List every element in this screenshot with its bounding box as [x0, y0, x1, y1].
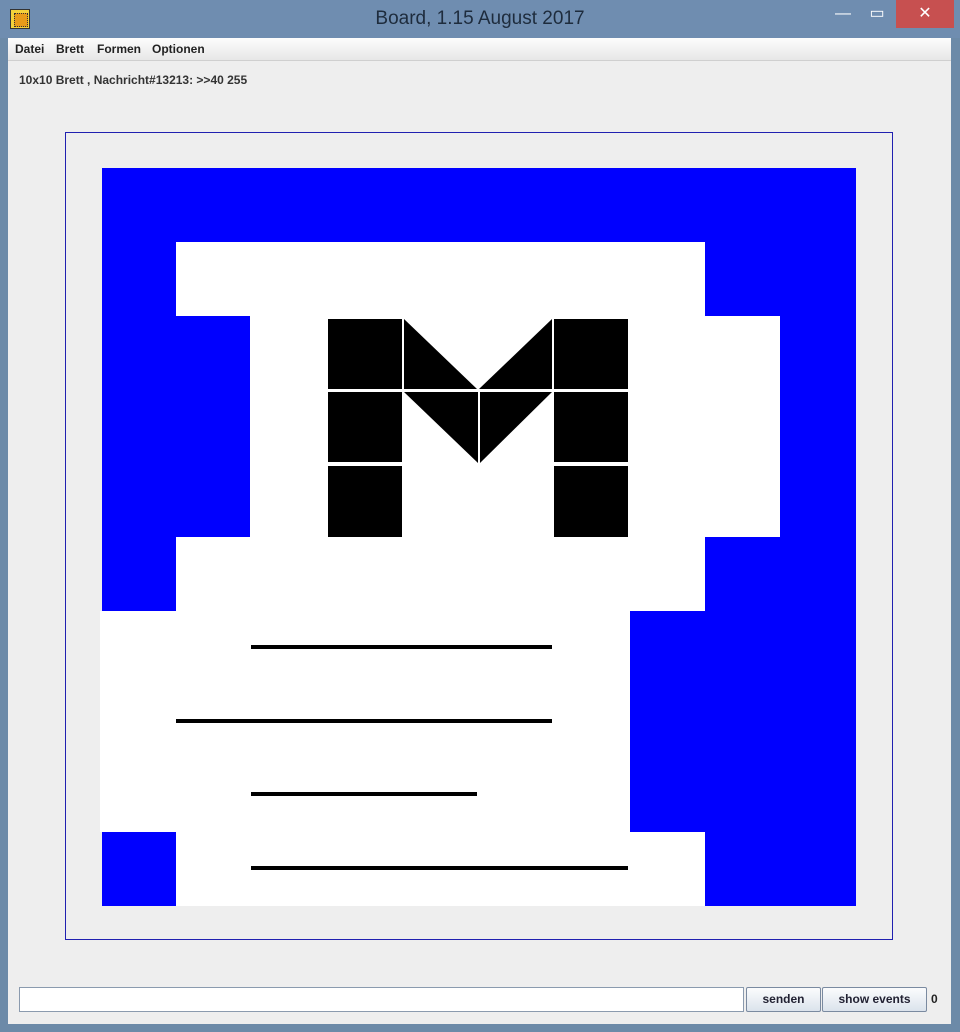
line-shape[interactable] — [251, 645, 552, 649]
message-input[interactable] — [19, 987, 744, 1012]
close-button[interactable]: ✕ — [896, 0, 954, 28]
title-bar[interactable]: Board, 1.15 August 2017 — ▭ ✕ — [0, 0, 960, 38]
status-text: 10x10 Brett , Nachricht#13213: >>40 255 — [19, 73, 248, 87]
bottom-bar: senden show events 0 — [19, 987, 944, 1012]
menu-brett[interactable]: Brett — [56, 42, 84, 56]
show-events-button[interactable]: show events — [822, 987, 927, 1012]
send-button[interactable]: senden — [746, 987, 821, 1012]
content-panel: 10x10 Brett , Nachricht#13213: >>40 255 — [8, 61, 951, 1024]
menu-optionen[interactable]: Optionen — [152, 42, 205, 56]
minimize-button[interactable]: — — [826, 0, 860, 28]
menu-formen[interactable]: Formen — [97, 42, 141, 56]
window-title: Board, 1.15 August 2017 — [375, 8, 585, 29]
triangle-shape — [404, 319, 477, 389]
maximize-button[interactable]: ▭ — [860, 0, 894, 28]
line-shape[interactable] — [251, 792, 477, 796]
event-count: 0 — [931, 992, 938, 1006]
triangle-shape — [480, 392, 552, 463]
triangle-shape — [479, 319, 552, 389]
line-shape[interactable] — [251, 866, 628, 870]
triangle-shape — [404, 392, 478, 463]
line-shape[interactable] — [176, 719, 552, 723]
board-shapes — [404, 319, 552, 463]
menu-datei[interactable]: Datei — [15, 42, 44, 56]
game-board[interactable] — [100, 168, 856, 906]
app-window: Board, 1.15 August 2017 — ▭ ✕ Datei Bret… — [0, 0, 960, 1032]
menu-bar: Datei Brett Formen Optionen — [8, 38, 951, 61]
